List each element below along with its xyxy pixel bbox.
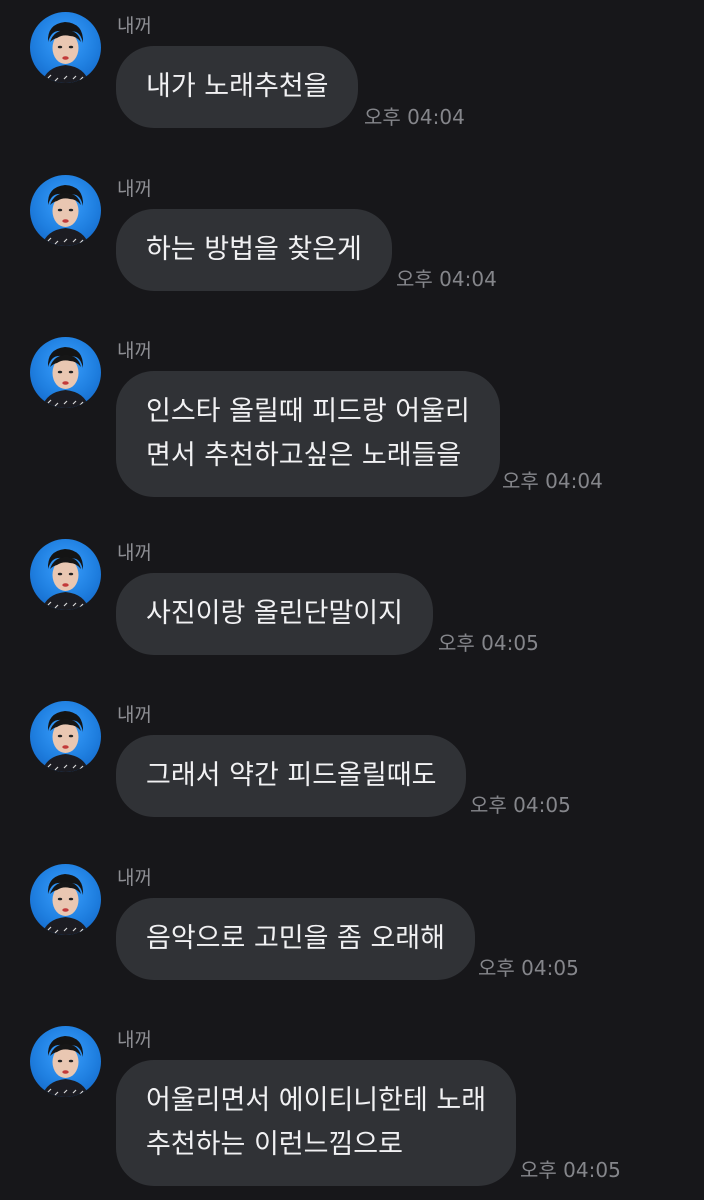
message-bubble[interactable]: 사진이랑 올린단말이지: [116, 573, 433, 655]
sender-name: 내꺼: [117, 178, 152, 200]
avatar-photo-icon: [42, 1036, 89, 1097]
avatar[interactable]: [30, 12, 101, 83]
avatar[interactable]: [30, 175, 101, 246]
chat-message-list[interactable]: 내꺼 내가 노래추천을 오후 04:04 내꺼 하는 방법을 찾은게 오후 04…: [0, 0, 704, 1200]
avatar-photo-icon: [42, 22, 89, 83]
avatar[interactable]: [30, 1026, 101, 1097]
message-time: 오후 04:05: [520, 1158, 621, 1182]
message-bubble[interactable]: 내가 노래추천을: [116, 46, 359, 128]
message-bubble[interactable]: 음악으로 고민을 좀 오래해: [116, 898, 475, 980]
sender-name: 내꺼: [117, 867, 152, 889]
avatar-photo-icon: [42, 711, 89, 772]
message-bubble[interactable]: 어울리면서 에이티니한테 노래 추천하는 이런느낌으로: [116, 1060, 517, 1186]
message-time: 오후 04:04: [364, 105, 465, 129]
sender-name: 내꺼: [117, 340, 152, 362]
sender-name: 내꺼: [117, 1029, 152, 1051]
sender-name: 내꺼: [117, 704, 152, 726]
message-time: 오후 04:05: [438, 631, 539, 655]
message-bubble[interactable]: 하는 방법을 찾은게: [116, 209, 392, 291]
avatar[interactable]: [30, 701, 101, 772]
message-time: 오후 04:04: [396, 267, 497, 291]
avatar-photo-icon: [42, 347, 89, 408]
avatar[interactable]: [30, 337, 101, 408]
message-bubble[interactable]: 그래서 약간 피드올릴때도: [116, 735, 467, 817]
sender-name: 내꺼: [117, 542, 152, 564]
avatar-photo-icon: [42, 874, 89, 935]
avatar-photo-icon: [42, 549, 89, 610]
message-time: 오후 04:05: [478, 956, 579, 980]
message-time: 오후 04:04: [502, 469, 603, 493]
message-time: 오후 04:05: [470, 793, 571, 817]
avatar-photo-icon: [42, 185, 89, 246]
avatar[interactable]: [30, 864, 101, 935]
avatar[interactable]: [30, 539, 101, 610]
sender-name: 내꺼: [117, 15, 152, 37]
message-bubble[interactable]: 인스타 올릴때 피드랑 어울리 면서 추천하고싶은 노래들을: [116, 371, 500, 497]
